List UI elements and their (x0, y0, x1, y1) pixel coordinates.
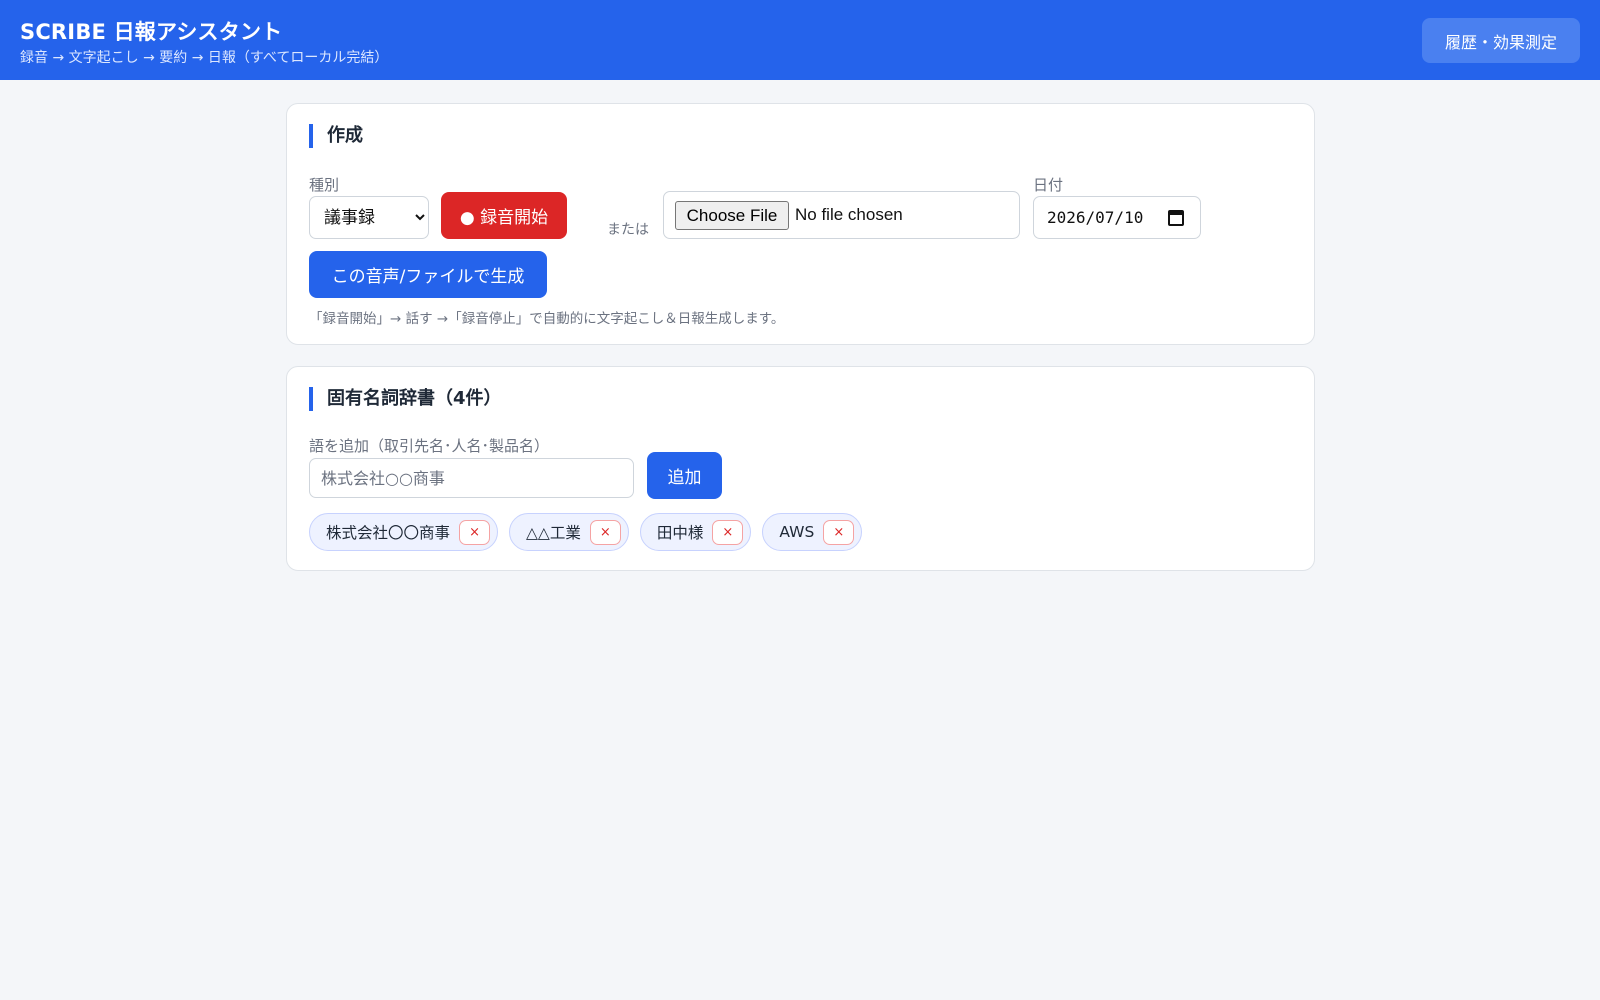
word-chip: 株式会社〇〇商事 × (309, 513, 499, 551)
remove-word-button[interactable]: × (712, 519, 744, 545)
remove-word-button[interactable]: × (589, 519, 621, 545)
word-input-label: 語を追加（取引先名･人名･製品名） (309, 437, 550, 455)
create-card: 作成 種別 議事録 ● 録音開始 または Choose File No file… (286, 103, 1315, 345)
date-input[interactable]: 2026/07/10 (1033, 196, 1201, 239)
add-word-button[interactable]: 追加 (647, 452, 722, 499)
word-chips: 株式会社〇〇商事 × △△工業 × 田中様 × AWS × (309, 513, 863, 551)
word-chip: △△工業 × (509, 513, 629, 551)
or-text: または (607, 222, 649, 238)
help-text: 「録音開始」→ 話す →「録音停止」で自動的に文字起こし＆日報生成します。 (309, 311, 785, 327)
word-chip-label: △△工業 (526, 524, 581, 542)
app-title: SCRIBE 日報アシスタント (20, 20, 283, 44)
calendar-icon[interactable] (1168, 210, 1184, 226)
word-chip: 田中様 × (639, 513, 752, 551)
remove-word-button[interactable]: × (823, 519, 855, 545)
date-value: 2026/07/10 (1047, 208, 1144, 227)
type-select[interactable]: 議事録 (309, 196, 429, 239)
choose-file-button[interactable]: Choose File (675, 201, 789, 230)
dictionary-card: 固有名詞辞書（4件） 語を追加（取引先名･人名･製品名） 追加 株式会社〇〇商事… (286, 366, 1315, 571)
word-chip-label: 田中様 (656, 524, 704, 542)
dictionary-section-title: 固有名詞辞書（4件） (309, 387, 502, 411)
word-chip-label: 株式会社〇〇商事 (326, 524, 451, 542)
app-subtitle: 録音 → 文字起こし → 要約 → 日報（すべてローカル完結） (20, 50, 389, 66)
history-button[interactable]: 履歴・効果測定 (1422, 18, 1580, 63)
file-status: No file chosen (795, 205, 903, 224)
record-start-button[interactable]: ● 録音開始 (441, 192, 567, 239)
generate-button[interactable]: この音声/ファイルで生成 (309, 251, 547, 298)
file-input[interactable]: Choose File No file chosen (663, 191, 1020, 239)
app-header: SCRIBE 日報アシスタント 録音 → 文字起こし → 要約 → 日報（すべて… (0, 0, 1600, 80)
word-input[interactable] (309, 458, 634, 498)
type-label: 種別 (309, 176, 340, 194)
create-section-title: 作成 (309, 124, 363, 148)
word-chip-label: AWS (779, 523, 815, 541)
word-chip: AWS × (762, 513, 863, 551)
date-label: 日付 (1033, 176, 1064, 194)
remove-word-button[interactable]: × (459, 519, 491, 545)
